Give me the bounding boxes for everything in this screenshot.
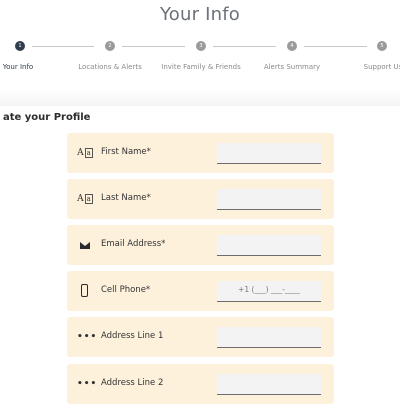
email-label: Email Address* bbox=[101, 239, 166, 249]
cell-phone-label: Cell Phone* bbox=[101, 285, 151, 295]
cell-phone-row: Cell Phone* bbox=[67, 271, 334, 311]
progress-stepper: 1 2 3 4 5 Your Info Locations & Alerts I… bbox=[0, 37, 400, 77]
cell-phone-field[interactable] bbox=[217, 281, 321, 302]
address-line-2-row: ••• Address Line 2 bbox=[67, 364, 334, 404]
email-field[interactable] bbox=[217, 235, 321, 256]
font-size-icon: Aa bbox=[77, 194, 93, 204]
first-name-field[interactable] bbox=[217, 143, 321, 164]
address-line-2-field[interactable] bbox=[217, 374, 321, 395]
last-name-row: Aa Last Name* bbox=[67, 179, 334, 219]
section-title: ate your Profile bbox=[3, 112, 91, 123]
step-5-indicator[interactable]: 5 bbox=[377, 41, 387, 51]
address-line-2-label: Address Line 2 bbox=[101, 378, 164, 388]
more-dots-icon: ••• bbox=[77, 332, 98, 342]
step-connector bbox=[122, 46, 185, 47]
step-3-indicator[interactable]: 3 bbox=[196, 41, 206, 51]
first-name-row: Aa First Name* bbox=[67, 133, 334, 173]
step-connector bbox=[213, 46, 276, 47]
more-dots-icon: ••• bbox=[77, 379, 98, 389]
step-2-indicator[interactable]: 2 bbox=[105, 41, 115, 51]
address-line-1-row: ••• Address Line 1 bbox=[67, 317, 334, 357]
address-line-1-label: Address Line 1 bbox=[101, 331, 164, 341]
step-5-label: Support Us bbox=[363, 63, 400, 71]
step-2-label: Locations & Alerts bbox=[78, 63, 142, 71]
step-connector bbox=[32, 46, 94, 47]
section-divider bbox=[0, 88, 400, 106]
font-size-icon: Aa bbox=[77, 148, 93, 158]
page-title: Your Info bbox=[159, 4, 240, 25]
email-row: Email Address* bbox=[67, 225, 334, 265]
step-1-label: Your Info bbox=[2, 63, 34, 71]
envelope-icon bbox=[77, 238, 93, 252]
step-4-label: Alerts Summary bbox=[263, 63, 321, 71]
last-name-label: Last Name* bbox=[101, 193, 151, 203]
last-name-field[interactable] bbox=[217, 189, 321, 210]
step-3-label: Invite Family & Friends bbox=[161, 63, 241, 71]
address-line-1-field[interactable] bbox=[217, 327, 321, 348]
first-name-label: First Name* bbox=[101, 147, 151, 157]
step-connector bbox=[304, 46, 367, 47]
step-4-indicator[interactable]: 4 bbox=[287, 41, 297, 51]
phone-icon bbox=[77, 284, 93, 298]
step-1-indicator[interactable]: 1 bbox=[15, 41, 25, 51]
